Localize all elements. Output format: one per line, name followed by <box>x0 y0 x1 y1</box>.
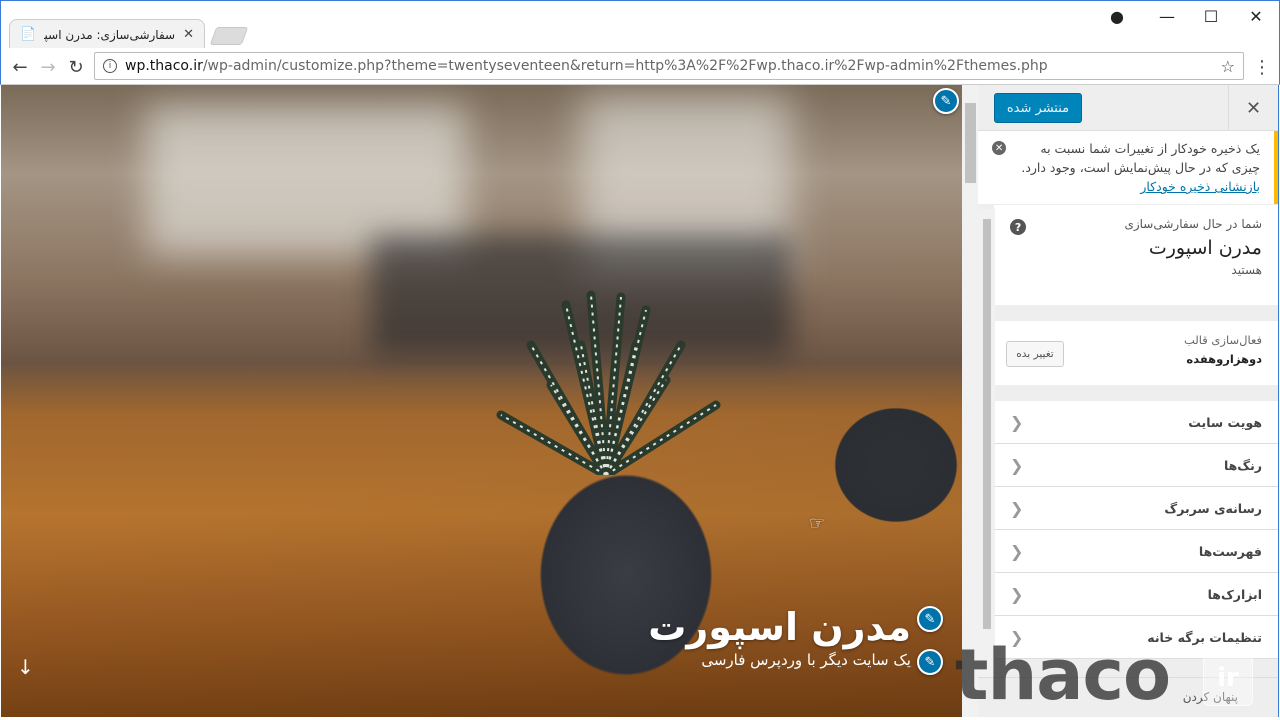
info-icon[interactable]: i <box>103 59 117 73</box>
arrow-down-icon[interactable]: ↓ <box>17 655 34 679</box>
dismiss-icon[interactable]: ✕ <box>992 141 1006 155</box>
watermark-suffix: ir <box>1203 650 1253 706</box>
kebab-menu-icon[interactable]: ⋮ <box>1250 55 1274 79</box>
help-icon[interactable]: ? <box>1010 219 1026 235</box>
chevron-left-icon: ❮ <box>1010 498 1024 518</box>
reload-icon[interactable]: ↻ <box>64 55 88 79</box>
site-title[interactable]: مدرن اسپورت <box>648 605 911 649</box>
chevron-left-icon: ❮ <box>1010 584 1024 604</box>
browser-titlebar: 📄 سفارشی‌سازی: مدرن اسپور ✕ ● — ☐ ✕ <box>0 0 1280 49</box>
notice-text: یک ذخیره خودکار از تغییرات شما نسبت به چ… <box>1021 141 1260 175</box>
edit-shortcut-description-button[interactable]: ✎ <box>917 649 943 675</box>
info-site-name: مدرن اسپورت <box>1148 237 1262 259</box>
autosave-notice: یک ذخیره خودکار از تغییرات شما نسبت به چ… <box>978 131 1278 204</box>
back-arrow-icon[interactable]: ← <box>8 55 32 79</box>
customizer-close-button[interactable]: ✕ <box>1228 85 1278 131</box>
pencil-icon: ✎ <box>924 611 936 627</box>
succulent-plant-image <box>496 290 721 475</box>
chevron-left-icon: ❮ <box>1010 455 1024 475</box>
close-icon: ✕ <box>1245 97 1262 119</box>
star-icon[interactable]: ☆ <box>1221 57 1235 76</box>
chevron-left-icon: ❮ <box>1010 541 1024 561</box>
profile-icon[interactable]: ● <box>1103 5 1131 27</box>
background-window-light <box>146 105 466 255</box>
chevron-left-icon: ❮ <box>1010 412 1024 432</box>
page-icon: 📄 <box>20 27 37 42</box>
watermark-logo: thaco <box>955 634 1171 716</box>
scrollbar-thumb[interactable] <box>965 103 976 183</box>
pencil-icon: ✎ <box>940 93 952 109</box>
customizer-header: ✕ منتشر شده <box>978 85 1278 131</box>
section-site-identity[interactable]: هویت سایت ❮ <box>994 401 1278 444</box>
site-preview[interactable]: ✎ مدرن اسپورت یک سایت دیگر با وردپرس فار… <box>1 85 963 717</box>
url-text[interactable]: wp.thaco.ir/wp-admin/customize.php?theme… <box>125 58 1213 74</box>
change-theme-button[interactable]: تغییر بده <box>1006 341 1064 367</box>
new-tab-button[interactable] <box>209 27 249 45</box>
section-widgets[interactable]: ابزارک‌ها ❮ <box>994 573 1278 616</box>
section-list: هویت سایت ❮ رنگ‌ها ❮ رسانه‌ی سربرگ ❮ فهرست‌… <box>994 401 1278 659</box>
customize-info: شما در حال سفارشی‌سازی مدرن اسپورت هستید… <box>994 205 1278 305</box>
browser-tab[interactable]: 📄 سفارشی‌سازی: مدرن اسپور ✕ <box>9 19 205 49</box>
edit-shortcut-title-button[interactable]: ✎ <box>917 606 943 632</box>
maximize-button[interactable]: ☐ <box>1197 5 1225 27</box>
tab-close-icon[interactable]: ✕ <box>183 27 194 42</box>
scrollbar-thumb[interactable] <box>983 219 991 629</box>
forward-arrow-icon[interactable]: → <box>36 55 60 79</box>
publish-button[interactable]: منتشر شده <box>994 93 1082 123</box>
info-suffix: هستید <box>1231 263 1262 277</box>
preview-scrollbar[interactable] <box>962 85 979 717</box>
edit-shortcut-header-button[interactable]: ✎ <box>933 88 959 114</box>
address-bar[interactable]: i wp.thaco.ir/wp-admin/customize.php?the… <box>94 52 1244 80</box>
customizer-panel: ✕ منتشر شده یک ذخیره خودکار از تغییرات ش… <box>978 85 1279 717</box>
pencil-icon: ✎ <box>924 654 936 670</box>
section-menus[interactable]: فهرست‌ها ❮ <box>994 530 1278 573</box>
info-prefix: شما در حال سفارشی‌سازی <box>1124 217 1262 231</box>
site-description[interactable]: یک سایت دیگر با وردپرس فارسی <box>701 651 911 669</box>
window-close-button[interactable]: ✕ <box>1242 5 1270 27</box>
hand-cursor-icon: ☞ <box>809 513 826 534</box>
tab-title: سفارشی‌سازی: مدرن اسپور <box>44 27 176 42</box>
active-theme-section: فعال‌سازی قالب دوهزاروهفده تغییر بده <box>994 321 1278 385</box>
restore-autosave-link[interactable]: بازنشانی ذخیره خودکار <box>1140 179 1260 194</box>
minimize-button[interactable]: — <box>1153 5 1181 27</box>
browser-toolbar: ← → ↻ i wp.thaco.ir/wp-admin/customize.p… <box>0 48 1280 85</box>
section-colors[interactable]: رنگ‌ها ❮ <box>994 444 1278 487</box>
section-header-media[interactable]: رسانه‌ی سربرگ ❮ <box>994 487 1278 530</box>
